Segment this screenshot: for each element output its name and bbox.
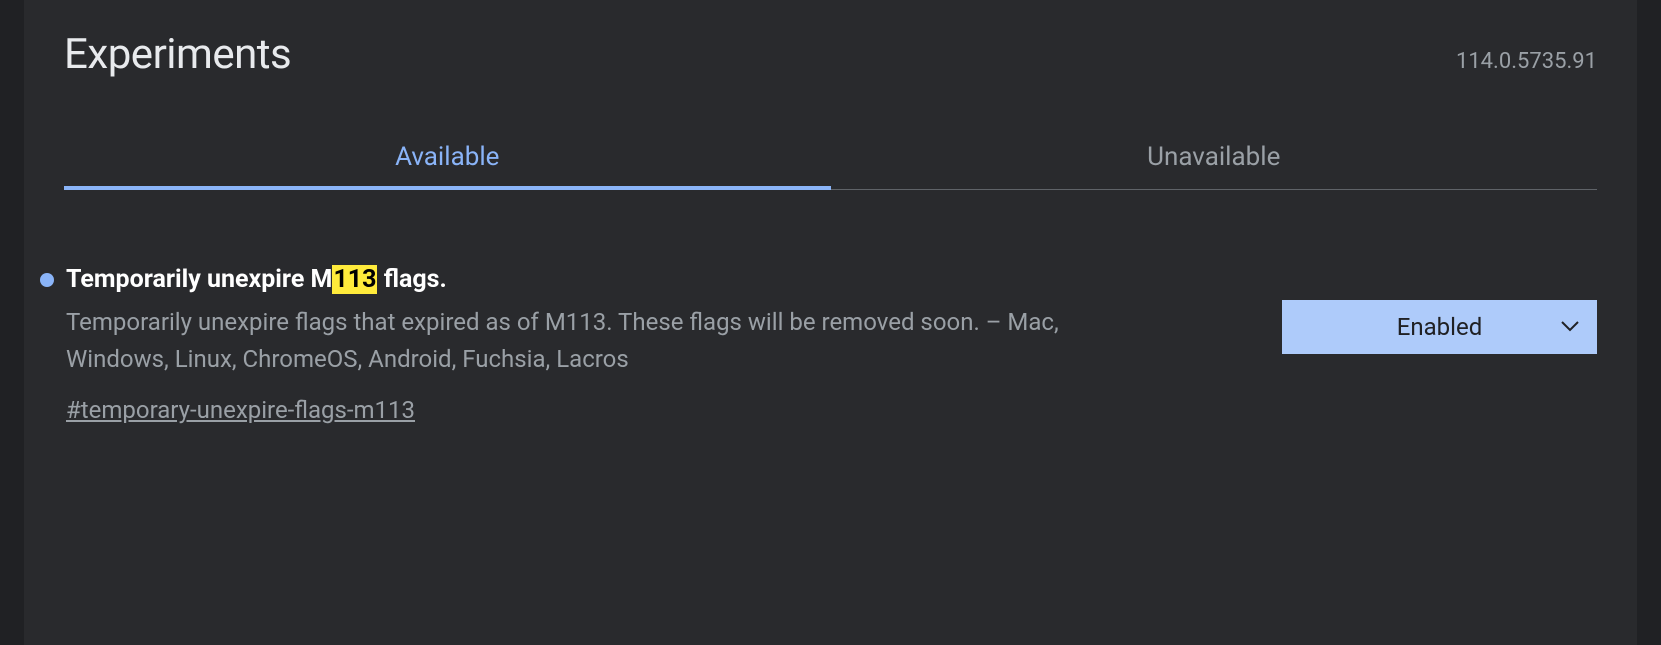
experiments-page: Experiments 114.0.5735.91 Available Unav…: [24, 0, 1637, 645]
tabs-bar: Available Unavailable: [64, 124, 1597, 190]
flag-info: Temporarily unexpire M113 flags. Tempora…: [34, 265, 1242, 424]
version-label: 114.0.5735.91: [1456, 49, 1597, 74]
flag-anchor-link[interactable]: #temporary-unexpire-flags-m113: [34, 396, 1242, 424]
flag-description: Temporarily unexpire flags that expired …: [34, 304, 1084, 378]
page-title: Experiments: [64, 30, 291, 79]
flag-title: Temporarily unexpire M113 flags.: [66, 265, 447, 294]
flag-select-wrapper: Enabled: [1282, 300, 1597, 354]
tab-unavailable[interactable]: Unavailable: [831, 124, 1598, 190]
chevron-down-icon: [1561, 321, 1579, 333]
flags-content: Temporarily unexpire M113 flags. Tempora…: [24, 190, 1637, 424]
search-highlight: 113: [332, 265, 377, 294]
flag-item: Temporarily unexpire M113 flags. Tempora…: [34, 265, 1597, 424]
flag-select-value: Enabled: [1397, 313, 1483, 341]
flag-state-select[interactable]: Enabled: [1282, 300, 1597, 354]
flag-title-suffix: flags.: [377, 265, 446, 294]
tab-available[interactable]: Available: [64, 124, 831, 190]
flag-title-prefix: Temporarily unexpire M: [66, 265, 332, 294]
page-header: Experiments 114.0.5735.91: [24, 0, 1637, 79]
flag-title-row: Temporarily unexpire M113 flags.: [34, 265, 1242, 294]
modified-indicator-icon: [40, 273, 54, 287]
